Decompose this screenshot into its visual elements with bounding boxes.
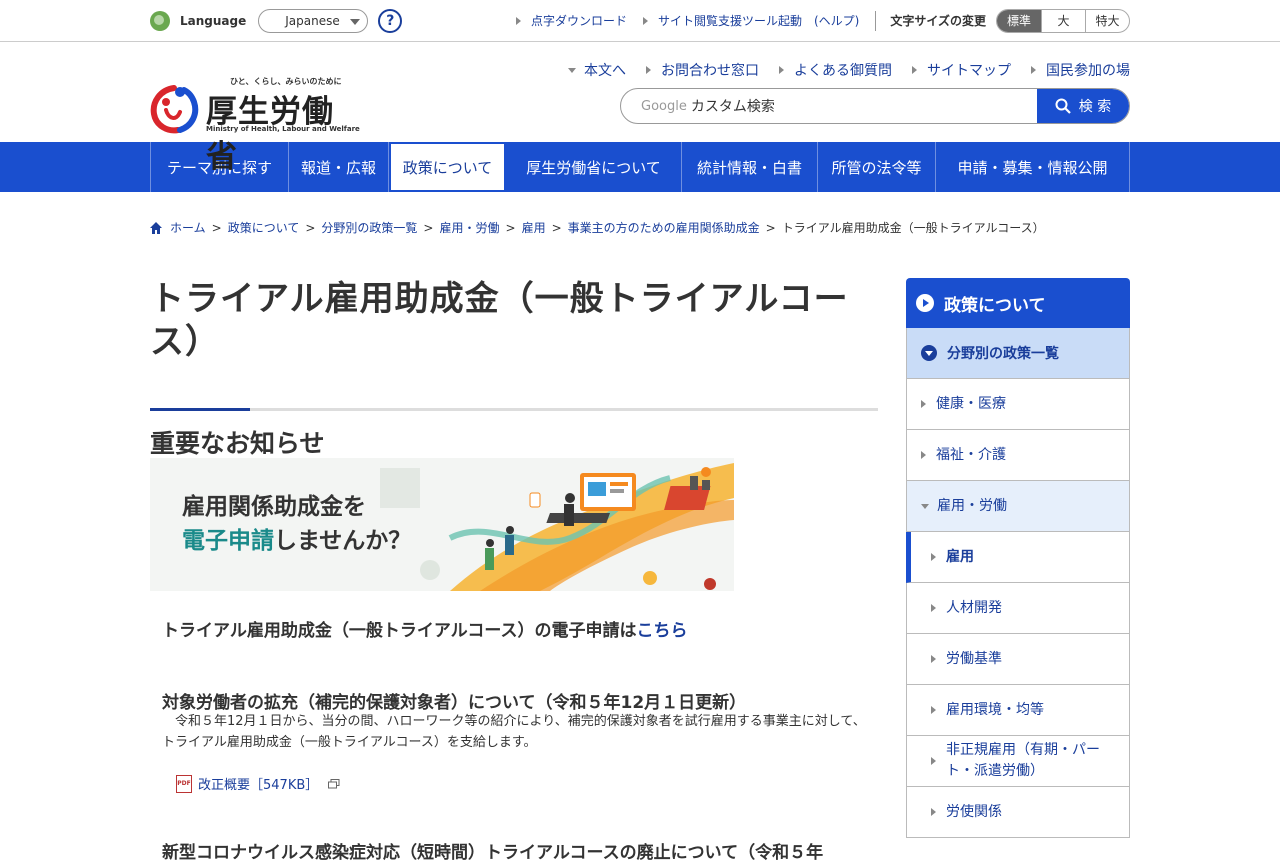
breadcrumb-policy-list[interactable]: 分野別の政策一覧 bbox=[321, 219, 417, 236]
help-icon[interactable]: ? bbox=[378, 8, 403, 33]
sidebar-subheader[interactable]: 分野別の政策一覧 bbox=[906, 328, 1130, 379]
search-input[interactable]: Google カスタム検索 bbox=[621, 89, 1037, 123]
arrow-right-icon bbox=[912, 66, 917, 74]
sidebar-item-labour-relations[interactable]: 労使関係 bbox=[906, 787, 1130, 838]
arrow-right-icon bbox=[931, 757, 936, 765]
arrow-right-icon bbox=[931, 553, 936, 561]
search-placeholder: カスタム検索 bbox=[690, 99, 775, 115]
google-label: Google bbox=[641, 98, 687, 114]
chevron-down-circle-icon bbox=[921, 345, 937, 361]
nav-laws[interactable]: 所管の法令等 bbox=[818, 142, 936, 192]
language-label: Language bbox=[180, 13, 247, 28]
faq-link[interactable]: よくある御質問 bbox=[779, 60, 892, 80]
section-divider bbox=[150, 408, 878, 411]
banner-highlight: 電子申請 bbox=[182, 528, 274, 554]
font-size-label: 文字サイズの変更 bbox=[890, 14, 986, 28]
arrow-right-icon bbox=[931, 808, 936, 816]
e-application-link[interactable]: こちら bbox=[636, 621, 687, 641]
banner-text: 雇用関係助成金を 電子申請しませんか？ bbox=[182, 490, 411, 558]
breadcrumb-employment[interactable]: 雇用 bbox=[522, 219, 546, 236]
important-notice-heading: 重要なお知らせ bbox=[150, 429, 325, 458]
arrow-right-icon bbox=[931, 604, 936, 612]
font-size-large-button[interactable]: 大 bbox=[1041, 9, 1085, 32]
sidebar-item-human-resources[interactable]: 人材開発 bbox=[906, 583, 1130, 634]
search-icon bbox=[1055, 98, 1071, 114]
arrow-down-icon bbox=[568, 67, 576, 73]
e-application-text: トライアル雇用助成金（一般トライアルコース）の電子申請はこちら bbox=[162, 621, 688, 641]
breadcrumb: ホーム > 政策について > 分野別の政策一覧 > 雇用・労働 > 雇用 > 事業主の方の… bbox=[150, 219, 1045, 236]
sidebar-item-employment-equality[interactable]: 雇用環境・均等 bbox=[906, 685, 1130, 736]
mhlw-logo-icon bbox=[150, 85, 199, 134]
arrow-right-icon bbox=[931, 706, 936, 714]
breadcrumb-home[interactable]: ホーム bbox=[170, 219, 206, 236]
nav-policy[interactable]: 政策について bbox=[389, 142, 506, 192]
sidebar-item-employment-labour[interactable]: 雇用・労働 bbox=[906, 481, 1130, 532]
arrow-circle-icon bbox=[916, 294, 934, 312]
public-participation-link[interactable]: 国民参加の場 bbox=[1031, 60, 1130, 80]
utility-bar: Language Japanese ? 点字ダウンロード サイト閲覧支援ツール起… bbox=[0, 0, 1280, 42]
nav-about-ministry[interactable]: 厚生労働省について bbox=[506, 142, 682, 192]
arrow-right-icon bbox=[931, 655, 936, 663]
e-application-banner[interactable]: 雇用関係助成金を 電子申請しませんか？ bbox=[150, 458, 734, 591]
contact-link[interactable]: お問合わせ窓口 bbox=[646, 60, 759, 80]
banner-line-1: 雇用関係助成金を bbox=[182, 494, 366, 520]
font-size-xlarge-button[interactable]: 特大 bbox=[1085, 9, 1129, 32]
sidebar-item-labour-standards[interactable]: 労働基準 bbox=[906, 634, 1130, 685]
arrow-down-icon bbox=[921, 503, 929, 509]
site-search: Google カスタム検索 検 索 bbox=[620, 88, 1130, 124]
utility-links: 点字ダウンロード サイト閲覧支援ツール起動 (ヘルプ) 文字サイズの変更 標準 … bbox=[500, 8, 1130, 33]
arrow-right-icon bbox=[921, 400, 926, 408]
font-size-standard-button[interactable]: 標準 bbox=[997, 9, 1041, 32]
arrow-right-icon bbox=[515, 16, 521, 25]
breadcrumb-employment-labour[interactable]: 雇用・労働 bbox=[439, 219, 499, 236]
sidebar-item-non-regular[interactable]: 非正規雇用（有期・パート・派遣労働） bbox=[906, 736, 1130, 787]
sidebar-header[interactable]: 政策について bbox=[906, 278, 1130, 328]
search-button[interactable]: 検 索 bbox=[1037, 89, 1129, 123]
accessibility-tool-link[interactable]: サイト閲覧支援ツール起動 (ヘルプ) bbox=[642, 12, 859, 29]
font-size-switcher: 標準 大 特大 bbox=[996, 8, 1130, 33]
notice-body-1: 令和５年12月１日から、当分の間、ハローワーク等の紹介により、補完的保護対象者を… bbox=[162, 714, 866, 750]
main-navigation: テーマ別に探す 報道・広報 政策について 厚生労働省について 統計情報・白書 所… bbox=[0, 142, 1280, 192]
breadcrumb-policy[interactable]: 政策について bbox=[228, 219, 300, 236]
header-links: 本文へ お問合わせ窓口 よくある御質問 サイトマップ 国民参加の場 bbox=[548, 60, 1130, 80]
sidebar-item-welfare[interactable]: 福祉・介護 bbox=[906, 430, 1130, 481]
notice-title-1: 対象労働者の拡充（補完的保護対象者）について（令和５年12月１日更新） bbox=[162, 693, 747, 713]
external-window-icon bbox=[328, 778, 340, 788]
revision-summary-pdf-link[interactable]: 改正概要［547KB］ bbox=[198, 774, 318, 793]
globe-icon bbox=[150, 10, 170, 31]
breadcrumb-current: トライアル雇用助成金（一般トライアルコース） bbox=[781, 221, 1045, 235]
page-title: トライアル雇用助成金（一般トライアルコース） bbox=[150, 279, 849, 362]
divider bbox=[875, 10, 877, 31]
nav-applications[interactable]: 申請・募集・情報公開 bbox=[936, 142, 1130, 192]
arrow-right-icon bbox=[1031, 66, 1036, 74]
braille-download-link[interactable]: 点字ダウンロード bbox=[515, 12, 627, 29]
language-select[interactable]: Japanese bbox=[258, 8, 369, 33]
nav-statistics[interactable]: 統計情報・白書 bbox=[682, 142, 818, 192]
notice-title-2: 新型コロナウイルス感染症対応（短時間）トライアルコースの廃止について（令和５年 bbox=[162, 843, 824, 863]
sidebar-item-health[interactable]: 健康・医療 bbox=[906, 379, 1130, 430]
sidebar-item-employment[interactable]: 雇用 bbox=[906, 532, 1130, 583]
skip-to-content-link[interactable]: 本文へ bbox=[568, 60, 626, 80]
home-icon bbox=[150, 221, 162, 234]
logo-subtitle: Ministry of Health, Labour and Welfare bbox=[206, 125, 360, 133]
pdf-attachment: PDF 改正概要［547KB］ bbox=[176, 774, 340, 793]
sidebar: 政策について 分野別の政策一覧 健康・医療 福祉・介護 雇用・労働 雇用 人材開… bbox=[906, 278, 1130, 838]
arrow-right-icon bbox=[646, 66, 651, 74]
arrow-right-icon bbox=[921, 451, 926, 459]
site-header: ひと、くらし、みらいのために 厚生労働省 Ministry of Health,… bbox=[0, 42, 1280, 175]
banner-line-2: しませんか？ bbox=[274, 528, 412, 554]
language-selected-value: Japanese bbox=[285, 13, 340, 28]
site-logo[interactable]: ひと、くらし、みらいのために 厚生労働省 Ministry of Health,… bbox=[150, 76, 360, 175]
sitemap-link[interactable]: サイトマップ bbox=[912, 60, 1011, 80]
arrow-right-icon bbox=[642, 16, 648, 25]
breadcrumb-subsidies[interactable]: 事業主の方のための雇用関係助成金 bbox=[568, 219, 760, 236]
arrow-right-icon bbox=[779, 66, 784, 74]
pdf-icon: PDF bbox=[176, 774, 192, 793]
chevron-down-icon bbox=[350, 18, 361, 25]
